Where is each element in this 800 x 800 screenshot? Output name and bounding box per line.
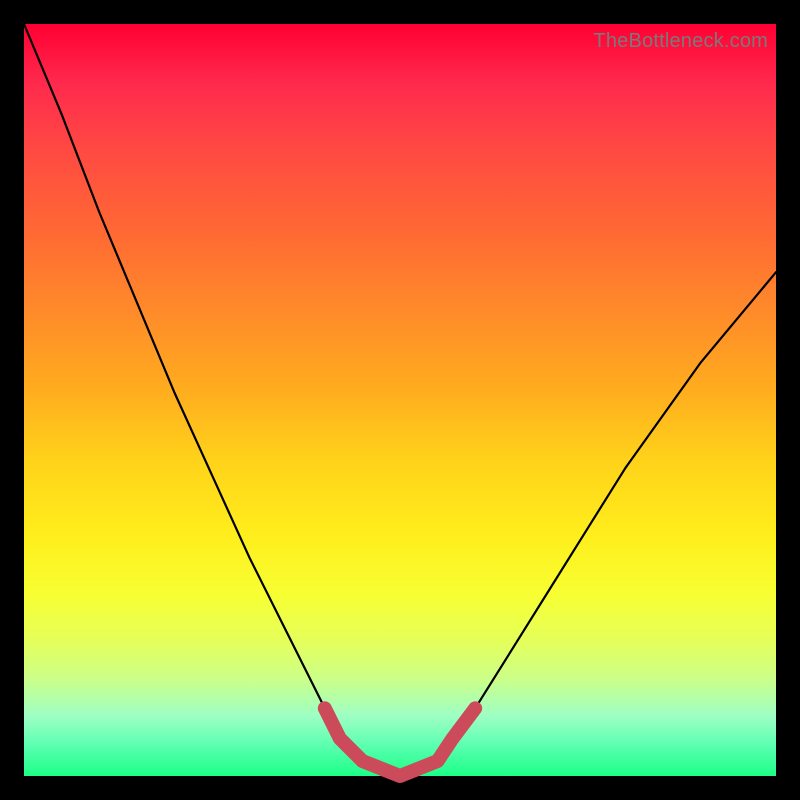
bottleneck-curve (24, 24, 776, 776)
plot-area: TheBottleneck.com (24, 24, 776, 776)
curve-highlight (325, 708, 475, 776)
chart-frame: TheBottleneck.com (0, 0, 800, 800)
curve-line (24, 24, 776, 776)
